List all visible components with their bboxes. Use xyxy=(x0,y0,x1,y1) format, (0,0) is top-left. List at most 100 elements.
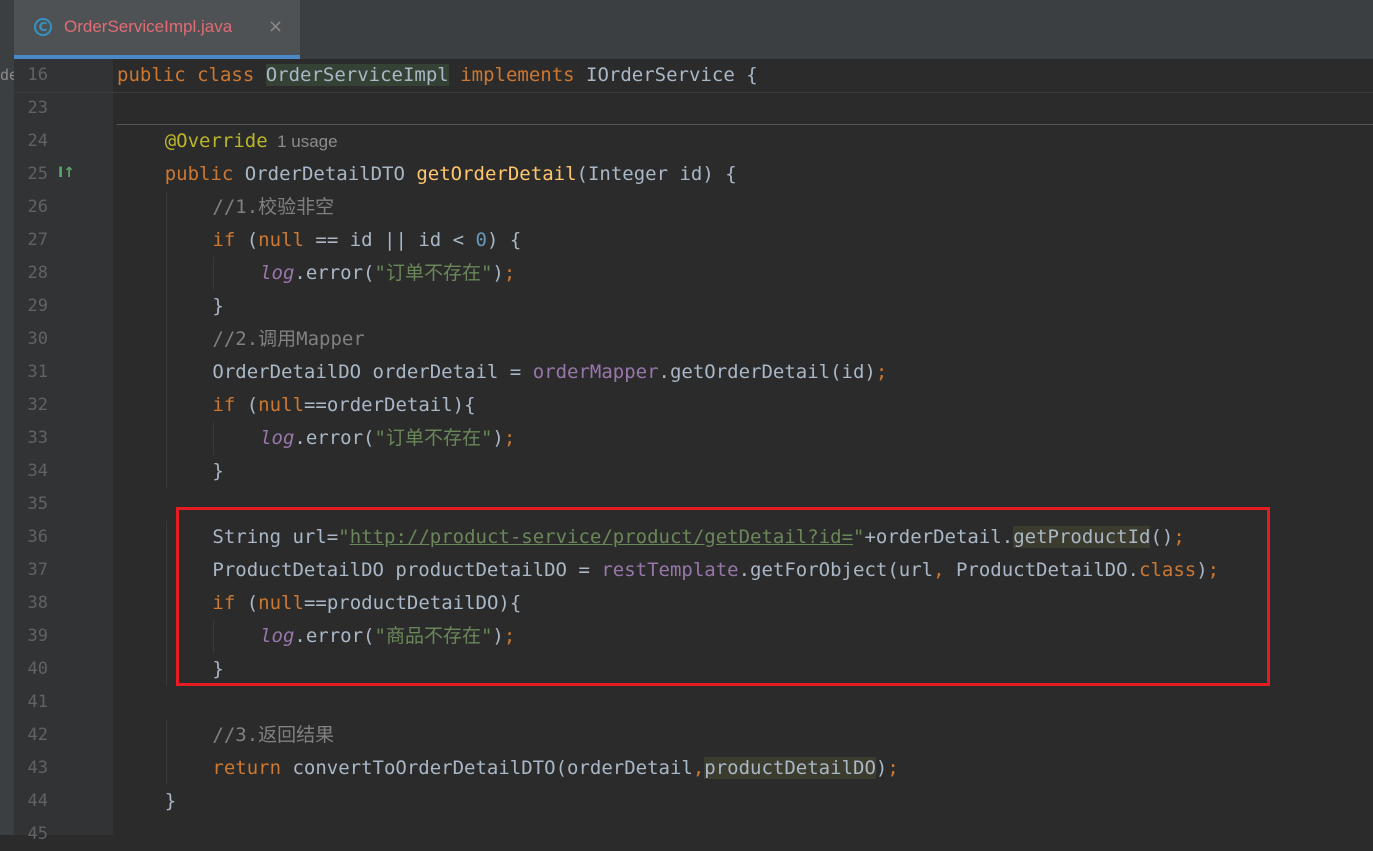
code-token: public xyxy=(117,64,198,86)
line-number: 30 xyxy=(27,329,48,349)
line-number: 16 xyxy=(27,65,48,85)
code-token: ; xyxy=(875,361,888,383)
code-token: if xyxy=(212,229,247,251)
tab-title[interactable]: OrderServiceImpl.java xyxy=(64,17,232,37)
code-token: log xyxy=(260,262,295,284)
code-token: ) xyxy=(492,427,504,449)
line-number: 39 xyxy=(27,626,48,646)
indent-guide xyxy=(166,356,167,389)
code-token: "订单不存在" xyxy=(374,262,493,284)
code-token: == id || id < xyxy=(315,229,476,251)
code-line[interactable]: //1.校验非空 xyxy=(212,191,334,224)
code-token: OrderDetailDTO xyxy=(244,163,417,185)
code-token: ( xyxy=(246,229,259,251)
code-token: 0 xyxy=(475,229,487,251)
indent-guide xyxy=(166,422,167,455)
project-panel-strip[interactable] xyxy=(0,59,14,835)
line-number: 29 xyxy=(27,296,48,316)
line-number: 44 xyxy=(27,791,48,811)
code-token: null xyxy=(258,229,316,251)
indent-guide xyxy=(166,521,167,554)
code-token: ) { xyxy=(486,229,522,251)
line-number: 35 xyxy=(27,494,48,514)
code-token: } xyxy=(212,460,224,482)
line-number: 32 xyxy=(27,395,48,415)
code-line[interactable]: OrderDetailDO orderDetail = orderMapper.… xyxy=(212,356,887,389)
code-token: getOrderDetail xyxy=(416,163,577,185)
code-token: public xyxy=(164,163,245,185)
highlight-box xyxy=(176,507,1270,686)
code-token: orderMapper xyxy=(532,361,659,383)
indent-guide xyxy=(166,191,167,224)
indent-guide xyxy=(213,422,214,455)
code-token: (Integer id) { xyxy=(576,163,737,185)
line-number: 31 xyxy=(27,362,48,382)
code-line[interactable]: } xyxy=(165,785,176,818)
code-token: return xyxy=(212,757,293,779)
indent-guide xyxy=(166,389,167,422)
line-number: 36 xyxy=(27,527,48,547)
code-token: ( xyxy=(246,394,259,416)
code-token: OrderDetailDO orderDetail = xyxy=(212,361,533,383)
code-line[interactable]: //2.调用Mapper xyxy=(212,323,364,356)
code-token: .error( xyxy=(294,427,375,449)
code-token: null xyxy=(258,394,304,416)
indent-guide xyxy=(213,257,214,290)
indent-guide xyxy=(166,587,167,620)
indent-guide xyxy=(166,257,167,290)
code-line[interactable]: public OrderDetailDTO getOrderDetail(Int… xyxy=(165,158,737,191)
indent-guide xyxy=(166,455,167,488)
code-token: log xyxy=(260,427,295,449)
code-token: } xyxy=(164,790,177,812)
code-token: ; xyxy=(503,262,516,284)
code-token: ) xyxy=(875,757,888,779)
java-class-icon: C xyxy=(34,18,52,36)
line-number: 41 xyxy=(27,692,48,712)
code-token: , xyxy=(692,757,705,779)
sticky-divider xyxy=(14,92,1373,93)
line-number: 33 xyxy=(27,428,48,448)
code-token: //2.调用Mapper xyxy=(212,328,365,350)
code-token: class xyxy=(197,64,266,86)
implements-method-icon[interactable]: I↑ xyxy=(58,165,75,181)
line-number: 24 xyxy=(27,131,48,151)
indent-guide xyxy=(166,620,167,653)
code-line[interactable]: return convertToOrderDetailDTO(orderDeta… xyxy=(212,752,899,785)
code-token: ; xyxy=(503,427,516,449)
line-number: 38 xyxy=(27,593,48,613)
code-token: @Override xyxy=(164,130,268,152)
line-number: 37 xyxy=(27,560,48,580)
indent-guide xyxy=(166,290,167,323)
code-token: IOrderService { xyxy=(586,64,758,86)
code-token: ==orderDetail){ xyxy=(303,394,476,416)
code-token: ; xyxy=(887,757,899,779)
code-token: productDetailDO xyxy=(704,757,876,779)
code-token: .error( xyxy=(294,262,375,284)
indent-guide xyxy=(166,224,167,257)
indent-guide xyxy=(166,323,167,356)
code-token: if xyxy=(212,394,247,416)
code-line[interactable]: log.error("订单不存在"); xyxy=(260,422,515,455)
line-number: 34 xyxy=(27,461,48,481)
code-token: //3.返回结果 xyxy=(212,724,335,746)
code-token: } xyxy=(212,295,224,317)
code-token: .getOrderDetail(id) xyxy=(658,361,876,383)
code-token: convertToOrderDetailDTO(orderDetail xyxy=(292,757,693,779)
code-token: //1.校验非空 xyxy=(212,196,335,218)
line-number: 40 xyxy=(27,659,48,679)
code-line[interactable]: log.error("订单不存在"); xyxy=(260,257,515,290)
code-line[interactable]: if (null==orderDetail){ xyxy=(212,389,475,422)
sticky-code-line[interactable]: public class OrderServiceImpl implements… xyxy=(117,59,758,92)
code-token: OrderServiceImpl xyxy=(265,64,449,86)
indent-guide xyxy=(166,719,167,752)
code-line[interactable]: @Override 1 usage xyxy=(165,125,338,158)
usage-hint[interactable]: 1 usage xyxy=(268,132,338,151)
code-line[interactable]: } xyxy=(212,455,223,488)
line-number: 23 xyxy=(27,98,48,118)
code-line[interactable]: } xyxy=(212,290,223,323)
close-icon[interactable]: × xyxy=(268,16,283,37)
code-line[interactable]: //3.返回结果 xyxy=(212,719,334,752)
code-line[interactable]: if (null == id || id < 0) { xyxy=(212,224,521,257)
line-number: 43 xyxy=(27,758,48,778)
